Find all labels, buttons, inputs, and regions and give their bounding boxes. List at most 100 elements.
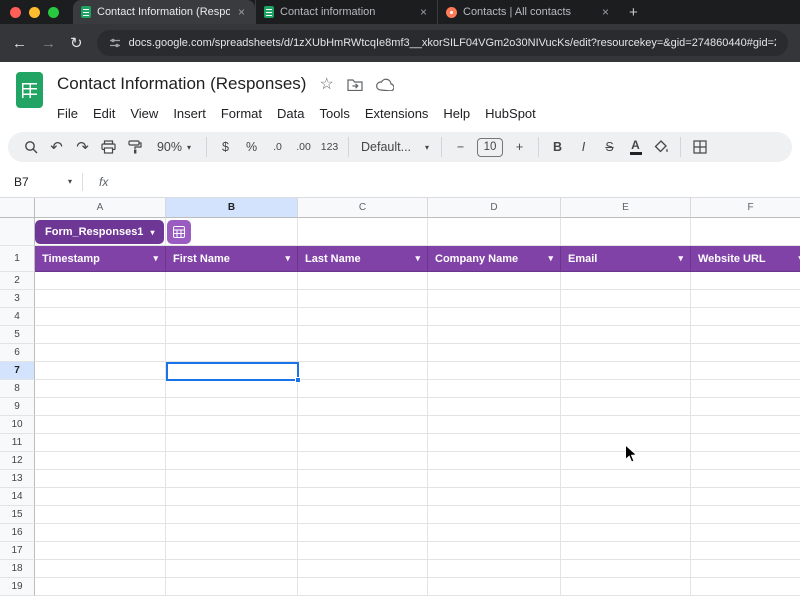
cell-D13[interactable] [428, 470, 561, 488]
decrease-decimal-button[interactable]: .0 [265, 135, 290, 160]
row-header-17[interactable]: 17 [0, 542, 35, 560]
name-box[interactable]: B7 ▾ [0, 175, 82, 189]
browser-tab[interactable]: Contact information × [255, 0, 437, 24]
reload-button[interactable]: ↻ [70, 34, 83, 52]
cell-D4[interactable] [428, 308, 561, 326]
cell-D11[interactable] [428, 434, 561, 452]
chevron-down-icon[interactable]: ▾ [548, 253, 553, 264]
increase-font-size-button[interactable]: + [507, 135, 532, 160]
row-header-6[interactable]: 6 [0, 344, 35, 362]
cell-B9[interactable] [166, 398, 298, 416]
row-header-4[interactable]: 4 [0, 308, 35, 326]
italic-button[interactable]: I [571, 135, 596, 160]
menu-view[interactable]: View [130, 106, 158, 121]
site-settings-icon[interactable] [109, 37, 121, 49]
cell-E7[interactable] [561, 362, 691, 380]
print-button[interactable] [96, 135, 121, 160]
cell-E15[interactable] [561, 506, 691, 524]
cell-B10[interactable] [166, 416, 298, 434]
cell-A7[interactable] [35, 362, 166, 380]
cell-A9[interactable] [35, 398, 166, 416]
cell-C10[interactable] [298, 416, 428, 434]
cell-E8[interactable] [561, 380, 691, 398]
row-header-5[interactable]: 5 [0, 326, 35, 344]
menu-format[interactable]: Format [221, 106, 262, 121]
cell-E14[interactable] [561, 488, 691, 506]
cell-A19[interactable] [35, 578, 166, 596]
cell-C8[interactable] [298, 380, 428, 398]
row-header-14[interactable]: 14 [0, 488, 35, 506]
cell-E5[interactable] [561, 326, 691, 344]
row-header-7[interactable]: 7 [0, 362, 35, 380]
row-header-18[interactable]: 18 [0, 560, 35, 578]
cell-E19[interactable] [561, 578, 691, 596]
cell-F18[interactable] [691, 560, 800, 578]
cell-C[interactable] [298, 218, 428, 246]
google-sheets-logo-icon[interactable] [16, 72, 43, 108]
cell-F11[interactable] [691, 434, 800, 452]
tab-close-icon[interactable]: × [600, 5, 611, 19]
paint-format-button[interactable] [122, 135, 147, 160]
cell-F12[interactable] [691, 452, 800, 470]
menu-file[interactable]: File [57, 106, 78, 121]
font-size-input[interactable]: 10 [477, 137, 503, 157]
table-header-cell-D[interactable]: Company Name ▾ [428, 246, 561, 272]
cell-F4[interactable] [691, 308, 800, 326]
cell-C4[interactable] [298, 308, 428, 326]
cell-A10[interactable] [35, 416, 166, 434]
cell-E16[interactable] [561, 524, 691, 542]
chevron-down-icon[interactable]: ▾ [285, 253, 290, 264]
undo-button[interactable]: ↶ [44, 135, 69, 160]
cell-B6[interactable] [166, 344, 298, 362]
cell-B18[interactable] [166, 560, 298, 578]
chevron-down-icon[interactable]: ▾ [415, 253, 420, 264]
cell-B11[interactable] [166, 434, 298, 452]
cloud-saved-icon[interactable] [375, 78, 394, 91]
cell-C5[interactable] [298, 326, 428, 344]
cell-C14[interactable] [298, 488, 428, 506]
increase-decimal-button[interactable]: .00 [291, 135, 316, 160]
star-icon[interactable]: ☆ [319, 74, 333, 94]
window-close-button[interactable] [10, 6, 21, 18]
format-percent-button[interactable]: % [239, 135, 264, 160]
cell-A8[interactable] [35, 380, 166, 398]
row-header-11[interactable]: 11 [0, 434, 35, 452]
cell-B17[interactable] [166, 542, 298, 560]
cell-B16[interactable] [166, 524, 298, 542]
table-header-cell-C[interactable]: Last Name ▾ [298, 246, 428, 272]
cell-A5[interactable] [35, 326, 166, 344]
cell-A6[interactable] [35, 344, 166, 362]
forward-button[interactable]: → [41, 35, 56, 52]
cell-B4[interactable] [166, 308, 298, 326]
column-header-E[interactable]: E [561, 198, 691, 218]
cell-F7[interactable] [691, 362, 800, 380]
browser-tab[interactable]: Contact Information (Respon × [73, 0, 255, 24]
cell-F[interactable] [691, 218, 800, 246]
cell-B2[interactable] [166, 272, 298, 290]
format-currency-button[interactable]: $ [213, 135, 238, 160]
cell-A11[interactable] [35, 434, 166, 452]
row-header-19[interactable]: 19 [0, 578, 35, 596]
cell-F10[interactable] [691, 416, 800, 434]
table-name-button[interactable]: Form_Responses1 ▾ [35, 220, 165, 244]
cell-C2[interactable] [298, 272, 428, 290]
cell-E2[interactable] [561, 272, 691, 290]
cell-F9[interactable] [691, 398, 800, 416]
cell-C15[interactable] [298, 506, 428, 524]
column-header-D[interactable]: D [428, 198, 561, 218]
cell-F17[interactable] [691, 542, 800, 560]
cell-E10[interactable] [561, 416, 691, 434]
cell-A17[interactable] [35, 542, 166, 560]
cell-D3[interactable] [428, 290, 561, 308]
menu-data[interactable]: Data [277, 106, 304, 121]
table-header-cell-E[interactable]: Email ▾ [561, 246, 691, 272]
cell-A13[interactable] [35, 470, 166, 488]
cell-D6[interactable] [428, 344, 561, 362]
cell-D10[interactable] [428, 416, 561, 434]
cell-E[interactable] [561, 218, 691, 246]
strikethrough-button[interactable]: S [597, 135, 622, 160]
cell-A18[interactable] [35, 560, 166, 578]
row-header-8[interactable]: 8 [0, 380, 35, 398]
table-header-cell-B[interactable]: First Name ▾ [166, 246, 298, 272]
table-header-cell-F[interactable]: Website URL▾ [691, 246, 800, 272]
